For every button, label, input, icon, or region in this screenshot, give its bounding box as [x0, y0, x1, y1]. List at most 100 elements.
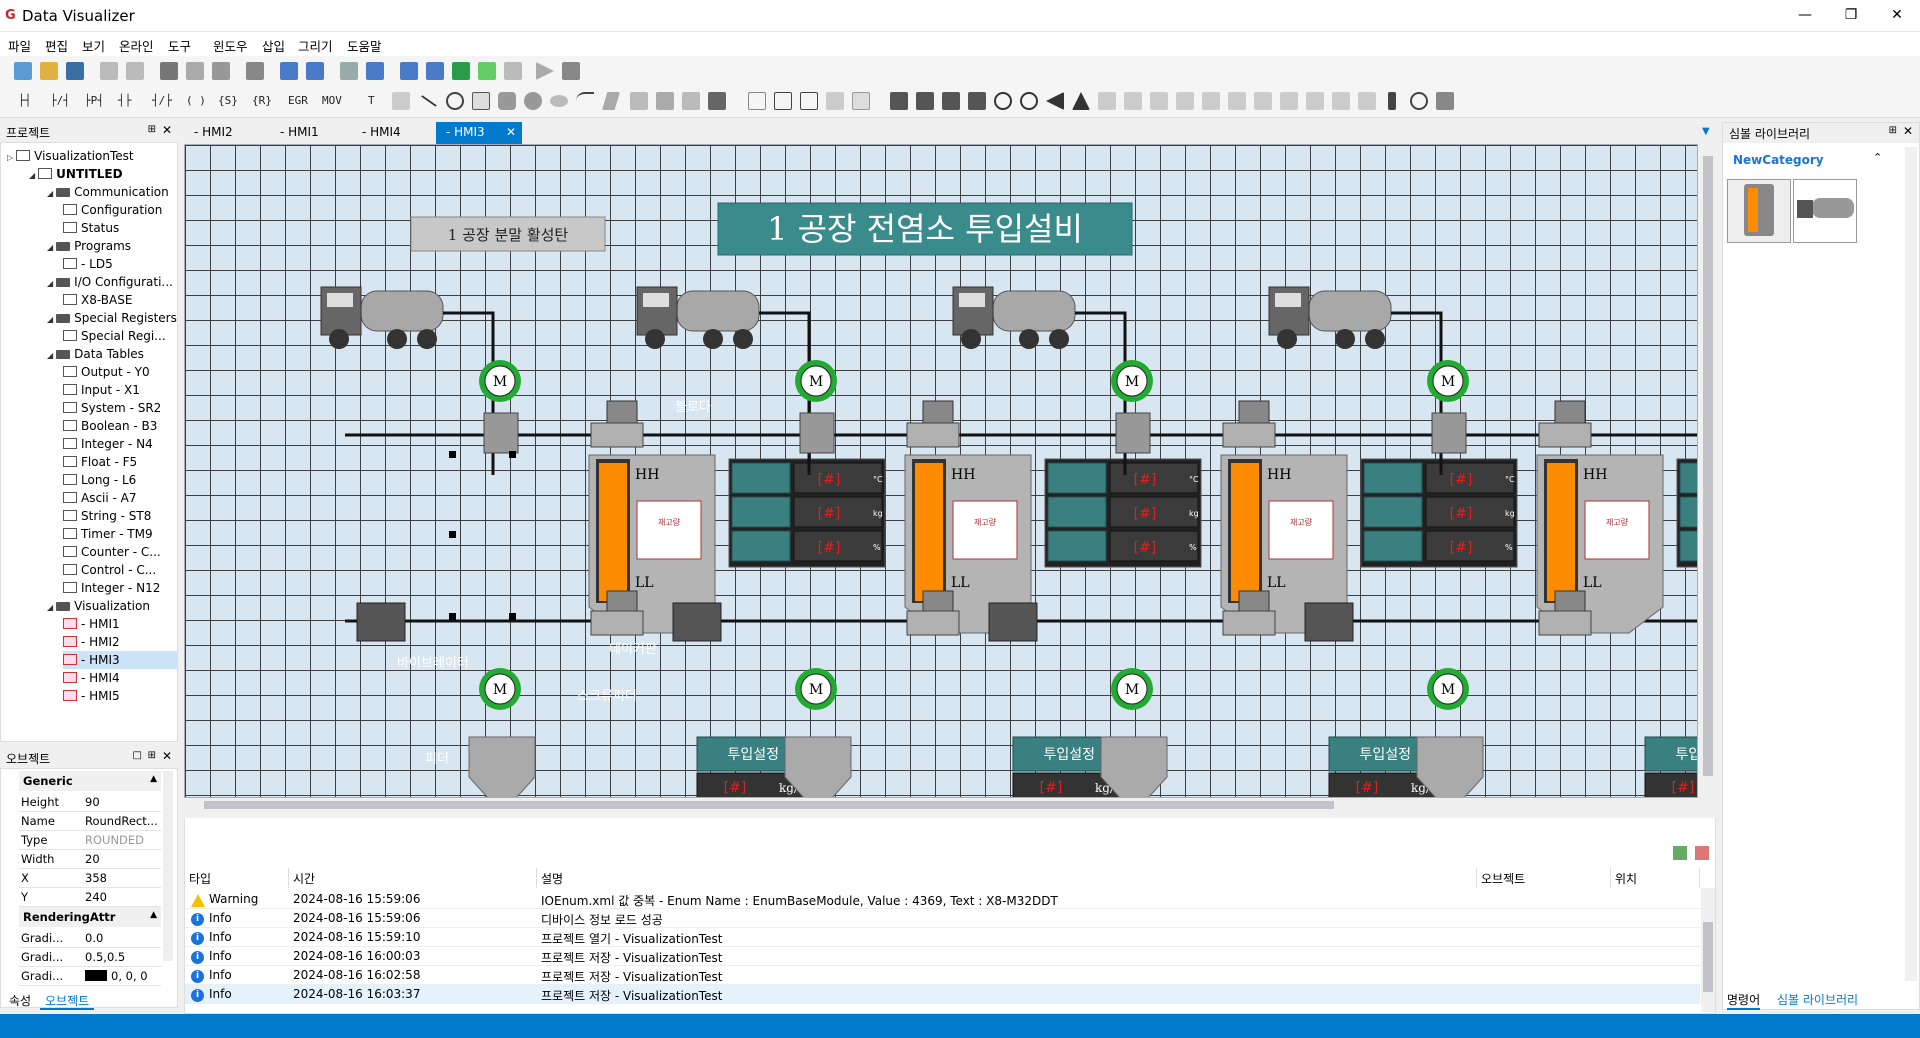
menu-draw[interactable]: 그리기 — [298, 36, 333, 55]
coil-icon[interactable]: ( ) — [186, 94, 206, 107]
contact-pair-icon[interactable]: ┤├ — [118, 94, 131, 107]
menu-tools[interactable]: 도구 — [168, 36, 191, 55]
hmi-canvas[interactable]: 1 공장 전염소 투입설비 1 공장 분말 활성탄 M HH LL 재고량 [#] °C [#]… — [184, 144, 1698, 798]
open-icon[interactable] — [40, 62, 58, 80]
tree-item[interactable]: Control - C... — [63, 561, 156, 579]
copy-icon[interactable] — [186, 62, 204, 80]
col-desc[interactable]: 설명 — [537, 868, 1477, 888]
tree-item[interactable]: Configuration — [63, 201, 162, 219]
contact-p-icon[interactable]: ├P┤ — [84, 94, 104, 107]
align-top-icon[interactable] — [1176, 92, 1194, 110]
tab-properties[interactable]: 속성 — [4, 990, 36, 1010]
align-bottom-icon[interactable] — [1228, 92, 1246, 110]
tree-item[interactable]: Integer - N4 — [63, 435, 153, 453]
close-icon[interactable]: ✕ — [162, 123, 172, 137]
egr-button[interactable]: EGR — [288, 94, 308, 107]
tab-dropdown-icon[interactable]: ▼ — [1702, 126, 1710, 137]
tree-item[interactable]: Integer - N12 — [63, 579, 160, 597]
rotate-left-icon[interactable] — [994, 92, 1012, 110]
property-row[interactable]: Gradi... 0.5,0.5 — [19, 948, 161, 967]
monitor-icon[interactable] — [452, 62, 470, 80]
line-tool-icon[interactable] — [421, 95, 437, 107]
category-generic[interactable]: Generic ▲ — [19, 771, 161, 791]
expand-icon[interactable]: ◢ — [47, 315, 53, 324]
reset-coil-icon[interactable]: {R} — [252, 94, 272, 107]
expand-icon[interactable]: ◢ — [47, 279, 53, 288]
tree-item[interactable]: ◢ I/O Configurati... — [47, 273, 173, 291]
collapse-icon[interactable]: ⌃ — [1873, 151, 1882, 164]
menu-view[interactable]: 보기 — [82, 36, 105, 55]
property-row[interactable]: Gradi... 0, 0, 0 — [19, 967, 161, 986]
menu-online[interactable]: 온라인 — [119, 36, 154, 55]
expand-icon[interactable]: ◢ — [47, 351, 53, 360]
property-value[interactable]: 0, 0, 0 — [85, 969, 161, 983]
distribute-v-icon[interactable] — [1280, 92, 1298, 110]
pin-icon[interactable]: ⊞ — [148, 124, 156, 135]
minimize-button[interactable]: — — [1782, 0, 1828, 32]
output-row[interactable]: i Info 2024-08-16 15:59:10 프로젝트 열기 - Visual… — [185, 928, 1700, 947]
backward-icon[interactable] — [968, 92, 986, 110]
tab-symbol-library[interactable]: 심볼 라이브러리 — [1777, 991, 1858, 1008]
property-row[interactable]: X 358 — [19, 869, 161, 888]
same-size-icon[interactable] — [1358, 92, 1376, 110]
align-middle-icon[interactable] — [1202, 92, 1220, 110]
output-row[interactable]: i Info 2024-08-16 15:59:06 디바이스 정보 로드 성공 — [185, 909, 1700, 928]
output-row[interactable]: i Info 2024-08-16 16:03:37 프로젝트 저장 - Visual… — [185, 985, 1700, 1004]
tab-hmi4[interactable]: - HMI4 — [352, 122, 411, 144]
export-icon[interactable] — [1673, 846, 1687, 860]
polygon-tool-icon[interactable] — [602, 92, 620, 110]
tab-objects[interactable]: 오브젝트 — [40, 990, 95, 1010]
roundrect-tool-icon[interactable] — [498, 92, 516, 110]
tree-item[interactable]: - HMI2 — [63, 633, 120, 651]
flip-h-icon[interactable] — [1046, 92, 1064, 110]
rotate-right-icon[interactable] — [1020, 92, 1038, 110]
tree-item[interactable]: ◢ UNTITLED — [29, 165, 123, 183]
tag-tool-icon[interactable] — [392, 92, 410, 110]
property-value[interactable]: 20 — [85, 852, 161, 866]
compile-icon[interactable] — [340, 62, 358, 80]
run-icon[interactable] — [536, 62, 554, 80]
symbol-scrollbar[interactable] — [1905, 147, 1917, 981]
symbol-truck[interactable] — [1793, 179, 1857, 243]
download-icon[interactable] — [426, 62, 444, 80]
bring-front-icon[interactable] — [890, 92, 908, 110]
tree-item[interactable]: Float - F5 — [63, 453, 137, 471]
tree-item[interactable]: System - SR2 — [63, 399, 161, 417]
menu-file[interactable]: 파일 — [8, 36, 31, 55]
canvas-hscroll[interactable] — [184, 798, 1698, 812]
zoom-fit-icon[interactable] — [1410, 92, 1428, 110]
tree-item[interactable]: - HMI5 — [63, 687, 120, 705]
pin-icon[interactable]: ⊞ — [1889, 125, 1897, 136]
property-row[interactable]: Name RoundRect... — [19, 812, 161, 831]
tab-commands[interactable]: 명령어 — [1727, 991, 1761, 1010]
contact-neg-icon[interactable]: ┤/├ — [152, 94, 172, 107]
shape2-tool-icon[interactable] — [682, 92, 700, 110]
pen-tool-icon[interactable] — [630, 92, 648, 110]
property-value[interactable]: 358 — [85, 871, 161, 885]
close-icon[interactable]: ✕ — [162, 749, 172, 763]
tree-item[interactable]: String - ST8 — [63, 507, 151, 525]
paste-icon[interactable] — [212, 62, 230, 80]
online-icon[interactable] — [478, 62, 496, 80]
clear-icon[interactable] — [1695, 846, 1709, 860]
property-value[interactable]: 0.0 — [85, 931, 161, 945]
property-row[interactable]: Height 90 — [19, 793, 161, 812]
property-row[interactable]: Type ROUNDED — [19, 831, 161, 850]
tab-hmi2[interactable]: - HMI2 — [184, 122, 243, 144]
expand-icon[interactable]: ◢ — [47, 243, 53, 252]
tree-item[interactable]: - LD5 — [63, 255, 113, 273]
menu-window[interactable]: 윈도우 — [213, 36, 248, 55]
pin-icon[interactable]: ⊞ — [148, 750, 156, 761]
contact-no-icon[interactable]: ├┤ — [18, 94, 31, 107]
set-coil-icon[interactable]: {S} — [218, 94, 238, 107]
checkbox-checked-icon[interactable] — [774, 92, 792, 110]
ellipse-tool-icon[interactable] — [550, 95, 568, 107]
checkbox-tool-icon[interactable] — [748, 92, 766, 110]
property-value[interactable]: 240 — [85, 890, 161, 904]
collapse-icon[interactable]: ▲ — [150, 910, 157, 920]
output-row[interactable]: Warning 2024-08-16 15:59:06 IOEnum.xml 값 중… — [185, 890, 1700, 909]
menu-help[interactable]: 도움말 — [347, 36, 382, 55]
align-center-icon[interactable] — [1124, 92, 1142, 110]
circle-tool-icon[interactable] — [524, 92, 542, 110]
collapse-icon[interactable]: ▲ — [150, 774, 157, 784]
